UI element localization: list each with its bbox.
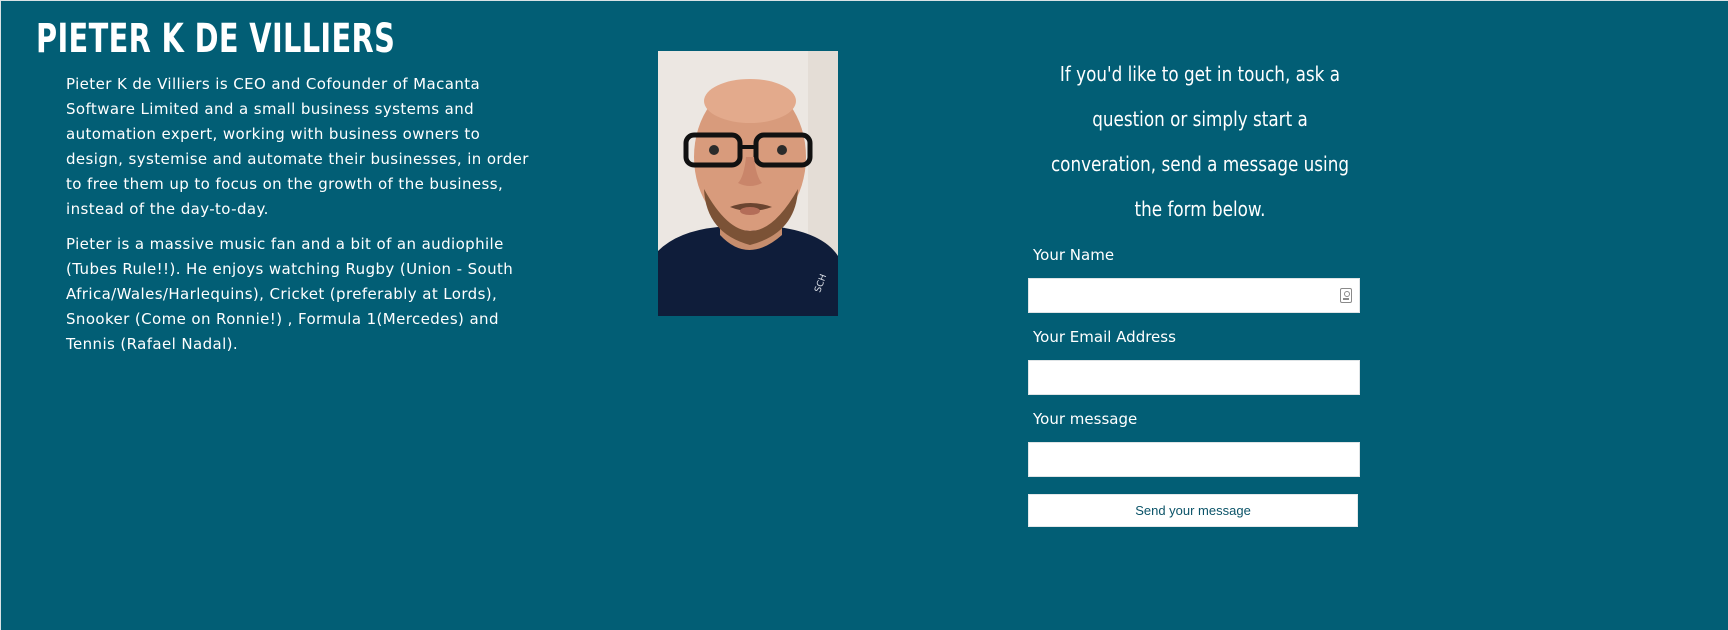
profile-photo: SCH bbox=[658, 51, 838, 316]
email-field-label: Your Email Address bbox=[1033, 328, 1176, 346]
email-input[interactable] bbox=[1028, 360, 1360, 395]
send-message-button[interactable]: Send your message bbox=[1028, 494, 1358, 527]
bio-paragraph-career: Pieter K de Villiers is CEO and Cofounde… bbox=[66, 75, 529, 218]
bio-section: Pieter K de Villiers is CEO and Cofounde… bbox=[66, 72, 536, 367]
message-input[interactable] bbox=[1028, 442, 1360, 477]
name-input[interactable] bbox=[1028, 278, 1360, 313]
bio-paragraph-interests: Pieter is a massive music fan and a bit … bbox=[66, 235, 514, 353]
page-title: PIETER K DE VILLIERS bbox=[36, 16, 396, 62]
message-field-label: Your message bbox=[1033, 410, 1138, 428]
contact-intro-text: If you'd like to get in touch, ask a que… bbox=[1050, 62, 1350, 221]
name-field-label: Your Name bbox=[1033, 246, 1115, 264]
contact-card-icon[interactable] bbox=[1340, 288, 1352, 303]
